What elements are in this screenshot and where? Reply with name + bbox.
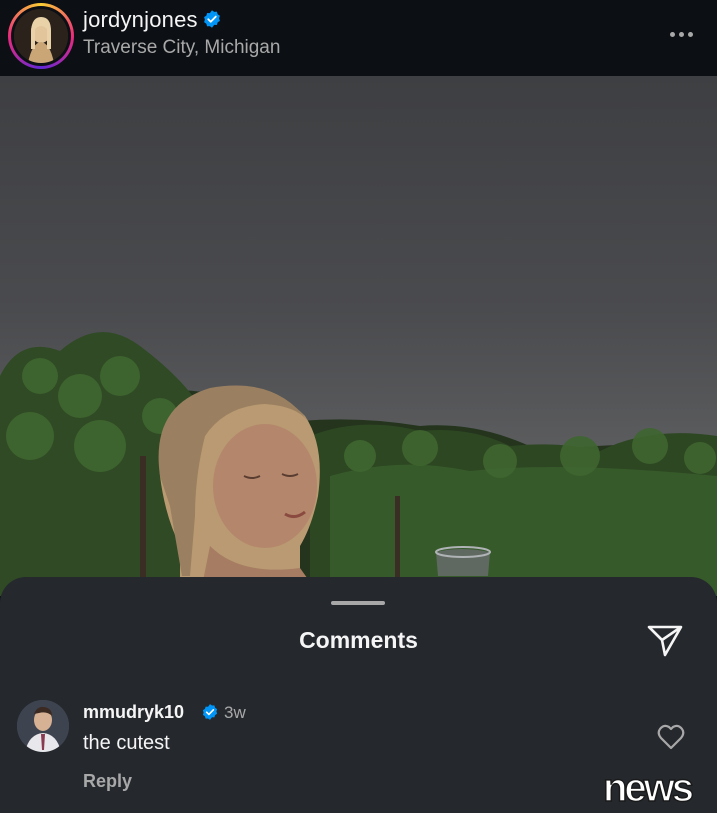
post-username[interactable]: jordynjones — [83, 7, 222, 33]
post-photo[interactable] — [0, 76, 717, 596]
post-location[interactable]: Traverse City, Michigan — [83, 37, 280, 59]
profile-avatar — [14, 9, 68, 63]
post-header: jordynjones Traverse City, Michigan — [0, 0, 717, 76]
verified-badge-icon — [203, 10, 220, 28]
comments-title: Comments — [299, 627, 418, 653]
profile-avatar-story-ring[interactable] — [8, 3, 74, 69]
heart-icon[interactable] — [657, 724, 685, 750]
verified-badge-icon — [202, 704, 218, 720]
news-watermark-logo: news — [582, 765, 712, 811]
comment-timestamp: 3w — [224, 703, 246, 722]
comment-avatar[interactable] — [17, 700, 69, 752]
share-send-icon[interactable] — [645, 622, 685, 658]
svg-text:news: news — [603, 768, 693, 808]
comment-text: the cutest — [83, 732, 170, 754]
sheet-drag-handle[interactable] — [331, 601, 385, 605]
more-options-icon[interactable] — [663, 24, 699, 44]
comment-username[interactable]: mmudryk10 — [83, 702, 184, 723]
reply-button[interactable]: Reply — [83, 771, 132, 792]
